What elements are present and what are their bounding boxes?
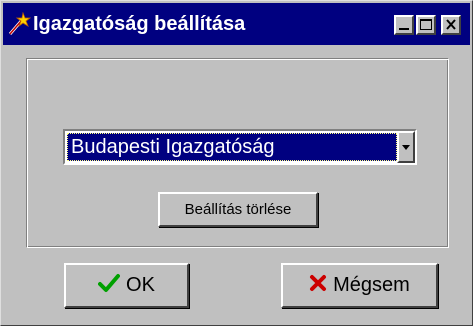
ok-label: OK: [126, 274, 155, 296]
close-icon: [446, 19, 456, 30]
minimize-icon: [399, 28, 409, 30]
directorate-select-value[interactable]: Budapesti Igazgatóság: [67, 133, 397, 161]
checkmark-icon: [98, 273, 121, 299]
window-title: Igazgatóság beállítása: [33, 13, 246, 35]
chevron-down-icon: [402, 145, 410, 150]
wand-icon[interactable]: [7, 11, 32, 36]
x-icon: [309, 274, 327, 298]
cancel-button[interactable]: Mégsem: [281, 263, 438, 308]
maximize-button[interactable]: [416, 15, 436, 35]
directorate-select[interactable]: Budapesti Igazgatóság: [63, 129, 417, 165]
cancel-label: Mégsem: [333, 274, 410, 296]
title-bar[interactable]: Igazgatóság beállítása: [3, 3, 470, 45]
dialog-window: Igazgatóság beállítása Budapesti Igazgat…: [0, 0, 473, 326]
clear-setting-button[interactable]: Beállítás törlése: [158, 192, 318, 227]
close-button[interactable]: [441, 15, 461, 35]
minimize-button[interactable]: [394, 15, 414, 35]
maximize-icon: [420, 19, 432, 30]
clear-setting-label: Beállítás törlése: [184, 201, 292, 218]
ok-button[interactable]: OK: [64, 263, 189, 308]
dropdown-button[interactable]: [397, 131, 415, 163]
